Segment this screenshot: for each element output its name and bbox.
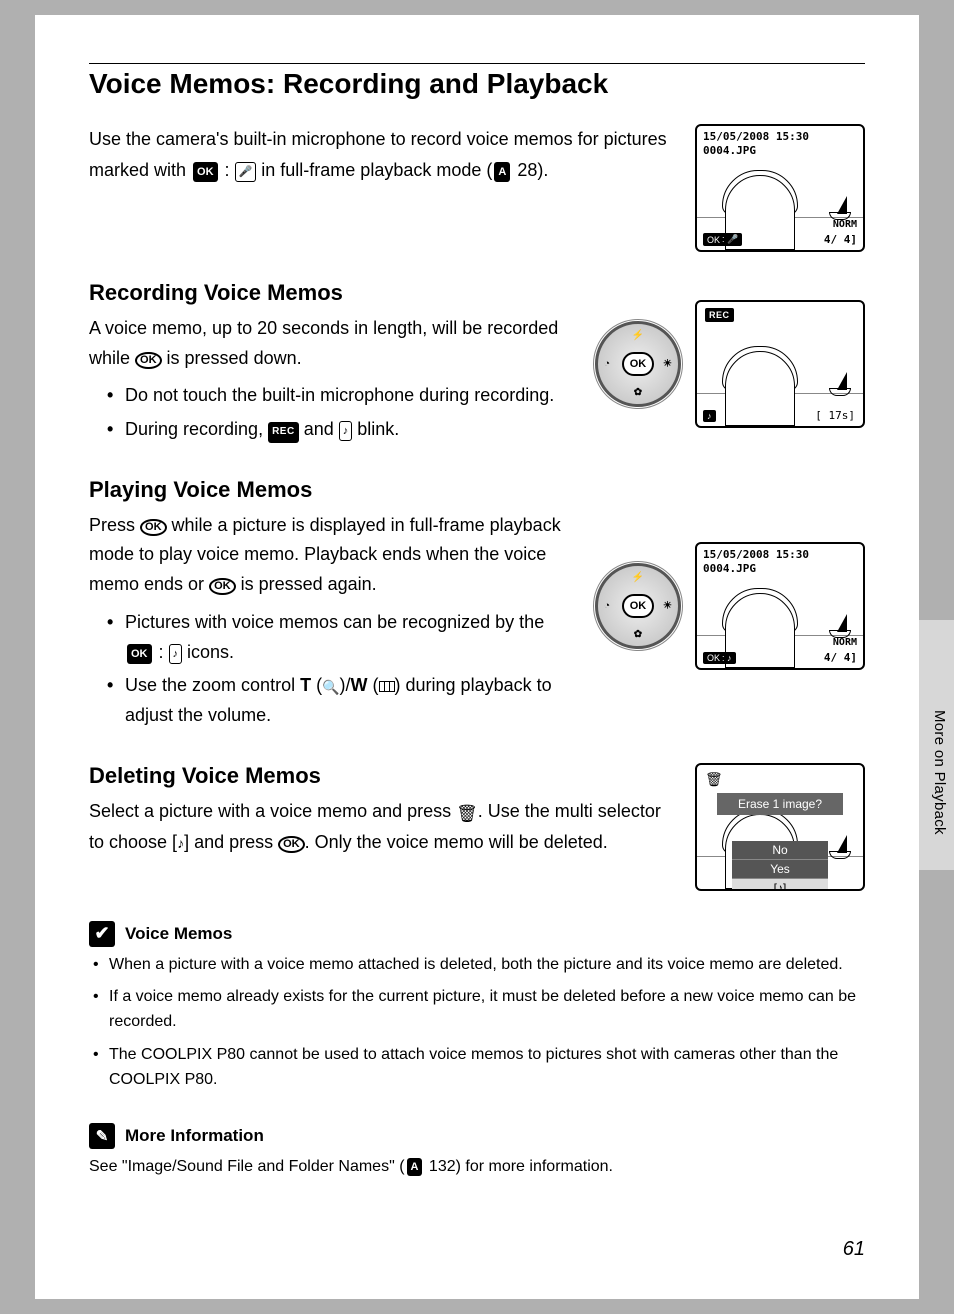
memo-icon: ♪ [339, 421, 353, 441]
ok-button-icon: OK [209, 578, 236, 595]
note-1: When a picture with a voice memo attache… [93, 953, 865, 978]
deleting-heading: Deleting Voice Memos [89, 763, 677, 789]
more-info-text: See "Image/Sound File and Folder Names" … [89, 1155, 865, 1179]
erase-dialog-title: Erase 1 image? [717, 793, 843, 815]
memo-icon: ♪ [169, 644, 183, 664]
lcd1-norm: NORM [833, 219, 857, 230]
lcd2-timer: [ 17s] [815, 409, 855, 422]
lcd2-memo-icon: ♪ [703, 410, 716, 422]
dial-left-icon: ◔ [604, 359, 610, 370]
playing-bullet-1: Pictures with voice memos can be recogni… [107, 608, 577, 667]
dial-ok-button: OK [622, 352, 654, 376]
note-check-icon: ✔ [89, 921, 115, 947]
ok-colon-icon: OK [193, 162, 218, 183]
page-number: 61 [843, 1238, 865, 1261]
multi-selector-dial: OK ⚡ ✿ ☀ ◔ [595, 321, 681, 407]
playing-p1: Press OK while a picture is displayed in… [89, 511, 577, 600]
lcd3-norm: NORM [833, 637, 857, 648]
lcd3-counter: 4/ 4] [824, 651, 857, 664]
intro-paragraph: Use the camera's built-in microphone to … [89, 124, 675, 252]
lcd1-timestamp: 15/05/2008 15:30 [703, 130, 809, 143]
lcd1-ok-icon: OK : 🎤 [703, 233, 742, 246]
mic-icon: 🎤 [235, 162, 257, 183]
page-title: Voice Memos: Recording and Playback [89, 68, 865, 100]
lcd3-timestamp: 15/05/2008 15:30 [703, 548, 809, 561]
dial-down-icon: ✿ [634, 387, 642, 398]
erase-dialog-options: No Yes [♪] [732, 841, 828, 891]
header-rule [89, 63, 865, 64]
playing-bullet-2: Use the zoom control T (🔍)/W () during p… [107, 671, 577, 730]
lcd3-ok-icon: OK : ♪ [703, 652, 736, 664]
note-2: If a voice memo already exists for the c… [93, 985, 865, 1035]
lcd4-trash-icon: 🗑 [705, 771, 723, 788]
deleting-p1: Select a picture with a voice memo and p… [89, 797, 677, 858]
page-ref-icon: A [407, 1158, 423, 1177]
lcd-screenshot-recording: REC ♪ [ 17s] [695, 300, 865, 428]
zoom-t-label: T [300, 675, 311, 695]
zoom-in-icon: 🔍 [322, 676, 339, 699]
trash-icon: 🗑 [456, 804, 478, 823]
dial-down-icon: ✿ [634, 629, 642, 640]
recording-p1: A voice memo, up to 20 seconds in length… [89, 314, 577, 373]
note-3: The COOLPIX P80 cannot be used to attach… [93, 1043, 865, 1093]
side-chapter-label: More on Playback [931, 710, 948, 835]
lcd2-rec-indicator: REC [705, 308, 734, 322]
dial-right-icon: ☀ [663, 359, 672, 370]
more-info-heading: More Information [125, 1126, 264, 1146]
zoom-w-label: W [351, 675, 368, 695]
playing-heading: Playing Voice Memos [89, 477, 577, 503]
dial-up-icon: ⚡ [632, 330, 644, 341]
manual-page: Voice Memos: Recording and Playback Use … [35, 15, 919, 1299]
dial-up-icon: ⚡ [632, 572, 644, 583]
lcd1-counter: 4/ 4] [824, 233, 857, 246]
lcd1-filename: 0004.JPG [703, 144, 756, 157]
ok-button-icon: OK [135, 352, 162, 369]
dial-left-icon: ◔ [604, 600, 610, 611]
intro-colon: : [220, 160, 235, 180]
recording-bullet-2: During recording, REC and ♪ blink. [107, 415, 577, 445]
ok-button-icon: OK [278, 836, 305, 853]
thumbnails-icon [379, 681, 395, 692]
recording-heading: Recording Voice Memos [89, 280, 577, 306]
info-badge-icon: ✎ [89, 1123, 115, 1149]
lcd-screenshot-erase-dialog: 🗑 Erase 1 image? No Yes [♪] [695, 763, 865, 891]
notes-heading: Voice Memos [125, 924, 232, 944]
ok-colon-icon: OK [127, 644, 152, 664]
intro-post: in full-frame playback mode ( [261, 160, 492, 180]
erase-option-no: No [732, 841, 828, 860]
lcd3-filename: 0004.JPG [703, 562, 756, 575]
erase-option-yes: Yes [732, 860, 828, 879]
multi-selector-dial: OK ⚡ ✿ ☀ ◔ [595, 563, 681, 649]
dial-ok-button: OK [622, 594, 654, 618]
note-icon: ♪ [177, 835, 184, 851]
recording-bullet-1: Do not touch the built-in microphone dur… [107, 381, 577, 411]
dial-right-icon: ☀ [663, 600, 672, 611]
rec-indicator-icon: REC [268, 422, 299, 443]
erase-option-memo: [♪] [732, 879, 828, 891]
intro-ref-page: 28). [512, 160, 548, 180]
lcd-screenshot-playback: 15/05/2008 15:30 0004.JPG NORM OK : 🎤 4/… [695, 124, 865, 252]
ok-button-icon: OK [140, 519, 167, 536]
lcd-screenshot-playing: 15/05/2008 15:30 0004.JPG NORM OK : ♪ 4/… [695, 542, 865, 670]
page-ref-icon: A [494, 162, 510, 183]
